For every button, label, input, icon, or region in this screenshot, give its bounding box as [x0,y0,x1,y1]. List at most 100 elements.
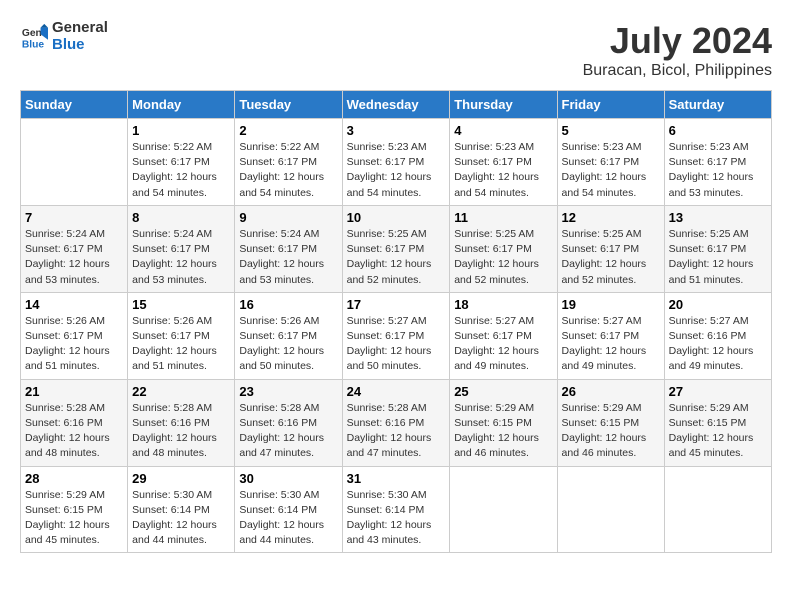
logo-blue-text: Blue [52,36,85,53]
day-number: 4 [454,123,552,138]
calendar-cell: 2Sunrise: 5:22 AMSunset: 6:17 PMDaylight… [235,119,342,206]
day-info: Sunrise: 5:23 AMSunset: 6:17 PMDaylight:… [454,140,552,201]
calendar-cell [664,466,771,553]
calendar-cell: 24 Sunrise: 5:28 AMSunset: 6:16 PMDayligh… [342,379,450,466]
day-number: 21 [25,384,123,399]
calendar-cell: 11 Sunrise: 5:25 AMSunset: 6:17 PMDayligh… [450,205,557,292]
day-number: 26 [562,384,660,399]
calendar-week-row: 7 Sunrise: 5:24 AMSunset: 6:17 PMDaylight… [21,205,772,292]
calendar-cell: 13Sunrise: 5:25 AMSunset: 6:17 PMDayligh… [664,205,771,292]
day-info: Sunrise: 5:27 AMSunset: 6:16 PMDaylight:… [669,314,767,375]
calendar-cell: 19 Sunrise: 5:27 AMSunset: 6:17 PMDayligh… [557,292,664,379]
day-number: 16 [239,297,337,312]
calendar-cell: 4 Sunrise: 5:23 AMSunset: 6:17 PMDaylight… [450,119,557,206]
day-number: 5 [562,123,660,138]
calendar-cell: 17 Sunrise: 5:27 AMSunset: 6:17 PMDayligh… [342,292,450,379]
day-number: 9 [239,210,337,225]
day-header-monday: Monday [128,91,235,119]
day-info: Sunrise: 5:29 AMSunset: 6:15 PMDaylight:… [669,401,767,462]
logo-icon: General Blue [20,23,48,51]
calendar-cell: 27 Sunrise: 5:29 AMSunset: 6:15 PMDayligh… [664,379,771,466]
day-info: Sunrise: 5:29 AMSunset: 6:15 PMDaylight:… [454,401,552,462]
calendar-cell: 8Sunrise: 5:24 AMSunset: 6:17 PMDaylight… [128,205,235,292]
day-info: Sunrise: 5:28 AMSunset: 6:16 PMDaylight:… [25,401,123,462]
calendar-cell: 16 Sunrise: 5:26 AMSunset: 6:17 PMDayligh… [235,292,342,379]
day-number: 6 [669,123,767,138]
day-header-wednesday: Wednesday [342,91,450,119]
calendar-cell: 26Sunrise: 5:29 AMSunset: 6:15 PMDayligh… [557,379,664,466]
day-info: Sunrise: 5:29 AMSunset: 6:15 PMDaylight:… [25,488,123,549]
calendar-cell [21,119,128,206]
svg-text:Blue: Blue [22,39,45,50]
day-info: Sunrise: 5:26 AMSunset: 6:17 PMDaylight:… [25,314,123,375]
calendar-cell: 25Sunrise: 5:29 AMSunset: 6:15 PMDayligh… [450,379,557,466]
day-info: Sunrise: 5:27 AMSunset: 6:17 PMDaylight:… [562,314,660,375]
day-info: Sunrise: 5:27 AMSunset: 6:17 PMDaylight:… [347,314,446,375]
calendar-cell: 6 Sunrise: 5:23 AMSunset: 6:17 PMDaylight… [664,119,771,206]
calendar-header-row: SundayMondayTuesdayWednesdayThursdayFrid… [21,91,772,119]
calendar-cell: 23Sunrise: 5:28 AMSunset: 6:16 PMDayligh… [235,379,342,466]
day-info: Sunrise: 5:28 AMSunset: 6:16 PMDaylight:… [132,401,230,462]
day-number: 15 [132,297,230,312]
day-info: Sunrise: 5:25 AMSunset: 6:17 PMDaylight:… [347,227,446,288]
calendar-cell: 1 Sunrise: 5:22 AMSunset: 6:17 PMDaylight… [128,119,235,206]
calendar-cell: 14 Sunrise: 5:26 AMSunset: 6:17 PMDayligh… [21,292,128,379]
day-number: 18 [454,297,552,312]
day-info: Sunrise: 5:25 AMSunset: 6:17 PMDaylight:… [454,227,552,288]
day-number: 24 [347,384,446,399]
day-info: Sunrise: 5:27 AMSunset: 6:17 PMDaylight:… [454,314,552,375]
day-info: Sunrise: 5:28 AMSunset: 6:16 PMDaylight:… [347,401,446,462]
day-number: 11 [454,210,552,225]
main-title: July 2024 [583,20,772,62]
calendar-cell: 7 Sunrise: 5:24 AMSunset: 6:17 PMDaylight… [21,205,128,292]
calendar-week-row: 21 Sunrise: 5:28 AMSunset: 6:16 PMDayligh… [21,379,772,466]
day-number: 1 [132,123,230,138]
day-info: Sunrise: 5:24 AMSunset: 6:17 PMDaylight:… [132,227,230,288]
day-number: 12 [562,210,660,225]
day-info: Sunrise: 5:26 AMSunset: 6:17 PMDaylight:… [239,314,337,375]
calendar-cell: 29 Sunrise: 5:30 AMSunset: 6:14 PMDayligh… [128,466,235,553]
day-number: 7 [25,210,123,225]
day-info: Sunrise: 5:23 AMSunset: 6:17 PMDaylight:… [347,140,446,201]
calendar-table: SundayMondayTuesdayWednesdayThursdayFrid… [20,90,772,553]
day-number: 14 [25,297,123,312]
day-number: 22 [132,384,230,399]
day-header-tuesday: Tuesday [235,91,342,119]
calendar-cell: 22 Sunrise: 5:28 AMSunset: 6:16 PMDayligh… [128,379,235,466]
calendar-cell: 20 Sunrise: 5:27 AMSunset: 6:16 PMDayligh… [664,292,771,379]
calendar-cell: 18 Sunrise: 5:27 AMSunset: 6:17 PMDayligh… [450,292,557,379]
calendar-cell: 5Sunrise: 5:23 AMSunset: 6:17 PMDaylight… [557,119,664,206]
day-header-sunday: Sunday [21,91,128,119]
day-number: 27 [669,384,767,399]
header: General Blue General Blue July 2024 Bura… [20,20,772,80]
calendar-cell: 10 Sunrise: 5:25 AMSunset: 6:17 PMDayligh… [342,205,450,292]
calendar-cell [557,466,664,553]
day-number: 17 [347,297,446,312]
day-number: 2 [239,123,337,138]
calendar-cell: 3Sunrise: 5:23 AMSunset: 6:17 PMDaylight… [342,119,450,206]
calendar-week-row: 14 Sunrise: 5:26 AMSunset: 6:17 PMDayligh… [21,292,772,379]
day-info: Sunrise: 5:30 AMSunset: 6:14 PMDaylight:… [132,488,230,549]
calendar-week-row: 28 Sunrise: 5:29 AMSunset: 6:15 PMDayligh… [21,466,772,553]
calendar-cell: 9Sunrise: 5:24 AMSunset: 6:17 PMDaylight… [235,205,342,292]
day-info: Sunrise: 5:28 AMSunset: 6:16 PMDaylight:… [239,401,337,462]
calendar-cell: 12Sunrise: 5:25 AMSunset: 6:17 PMDayligh… [557,205,664,292]
day-info: Sunrise: 5:25 AMSunset: 6:17 PMDaylight:… [669,227,767,288]
title-area: July 2024 Buracan, Bicol, Philippines [583,20,772,80]
logo: General Blue General Blue [20,20,108,53]
day-number: 19 [562,297,660,312]
day-number: 28 [25,471,123,486]
subtitle: Buracan, Bicol, Philippines [583,62,772,80]
day-info: Sunrise: 5:30 AMSunset: 6:14 PMDaylight:… [347,488,446,549]
day-header-friday: Friday [557,91,664,119]
calendar-cell: 28 Sunrise: 5:29 AMSunset: 6:15 PMDayligh… [21,466,128,553]
day-info: Sunrise: 5:24 AMSunset: 6:17 PMDaylight:… [25,227,123,288]
day-number: 10 [347,210,446,225]
day-info: Sunrise: 5:22 AMSunset: 6:17 PMDaylight:… [132,140,230,201]
calendar-cell: 30Sunrise: 5:30 AMSunset: 6:14 PMDayligh… [235,466,342,553]
day-number: 29 [132,471,230,486]
day-number: 30 [239,471,337,486]
day-info: Sunrise: 5:23 AMSunset: 6:17 PMDaylight:… [669,140,767,201]
day-number: 20 [669,297,767,312]
calendar-cell: 15Sunrise: 5:26 AMSunset: 6:17 PMDayligh… [128,292,235,379]
